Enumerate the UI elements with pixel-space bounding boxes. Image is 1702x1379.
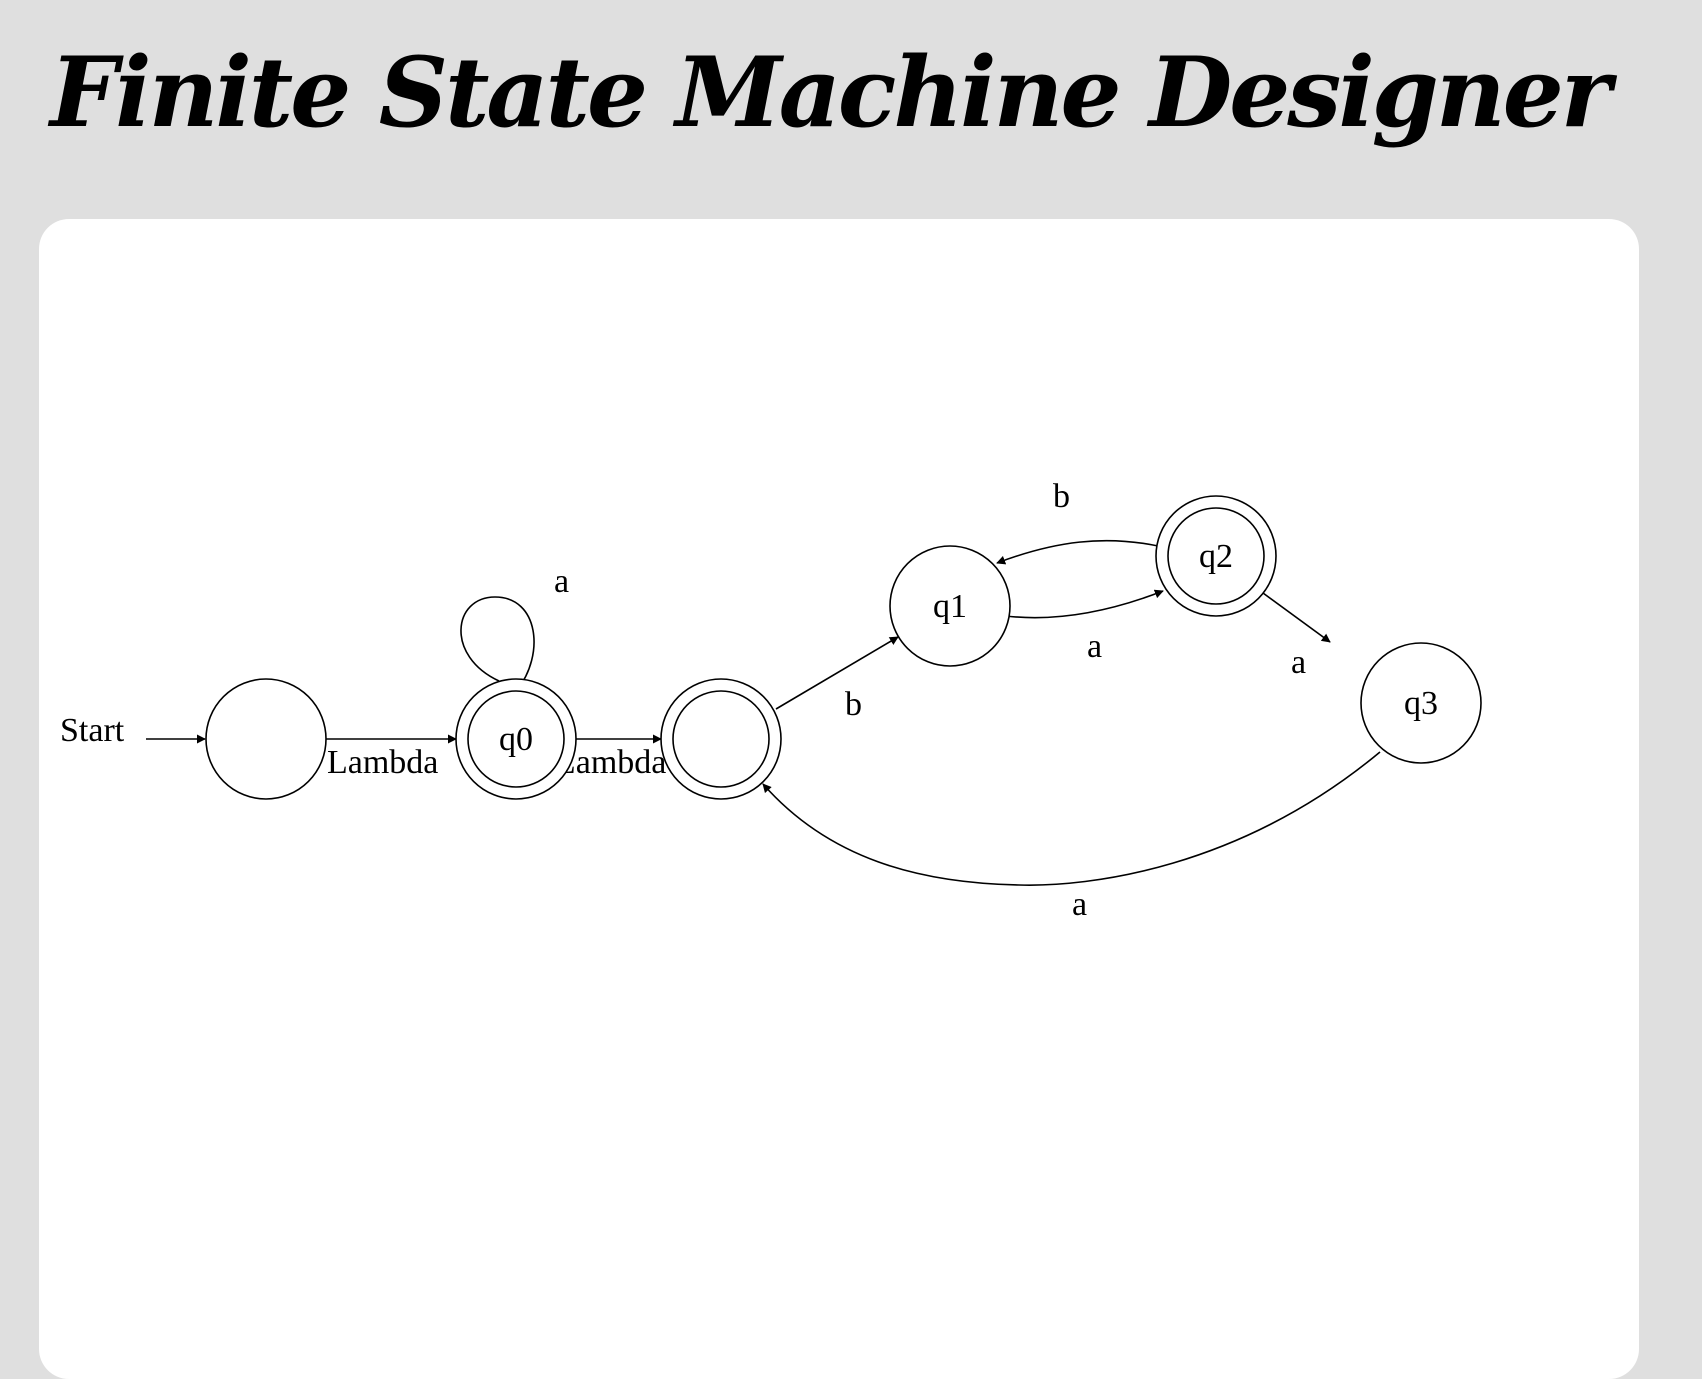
transition-label: a	[1291, 644, 1306, 681]
state-q3[interactable]: q3	[1360, 642, 1482, 764]
state-label: q2	[1199, 538, 1233, 575]
state-label: q1	[933, 588, 967, 625]
transition-q0-loop[interactable]	[460, 596, 535, 691]
transition-label: a	[1087, 628, 1102, 665]
state-label: q0	[499, 721, 533, 758]
transition-q3-s2[interactable]	[762, 751, 1381, 886]
fsm-canvas[interactable]: Start Lambda a Lambda b a b a a q0 q1 q2…	[39, 219, 1639, 1379]
state-q1[interactable]: q1	[889, 545, 1011, 667]
page-title: Finite State Machine Designer	[50, 36, 1611, 149]
state-s0[interactable]	[205, 678, 327, 800]
state-label: q3	[1404, 685, 1438, 722]
start-label: Start	[60, 712, 125, 749]
transition-q1-q2[interactable]	[1005, 589, 1164, 619]
transition-label: b	[845, 686, 862, 723]
transition-label: b	[1053, 478, 1070, 515]
state-q2[interactable]: q2	[1155, 495, 1277, 617]
fsm-diagram[interactable]: Start Lambda a Lambda b a b a a q0 q1 q2…	[39, 219, 1639, 1379]
transition-q2-q1[interactable]	[996, 539, 1159, 565]
transition-label: a	[554, 563, 569, 600]
transition-q2-q3[interactable]	[1262, 592, 1331, 643]
transition-label: a	[1072, 886, 1087, 923]
state-s2[interactable]	[660, 678, 782, 800]
transition-label: Lambda	[327, 744, 438, 781]
transition-s2-q1[interactable]	[775, 636, 899, 710]
state-q0[interactable]: q0	[455, 678, 577, 800]
